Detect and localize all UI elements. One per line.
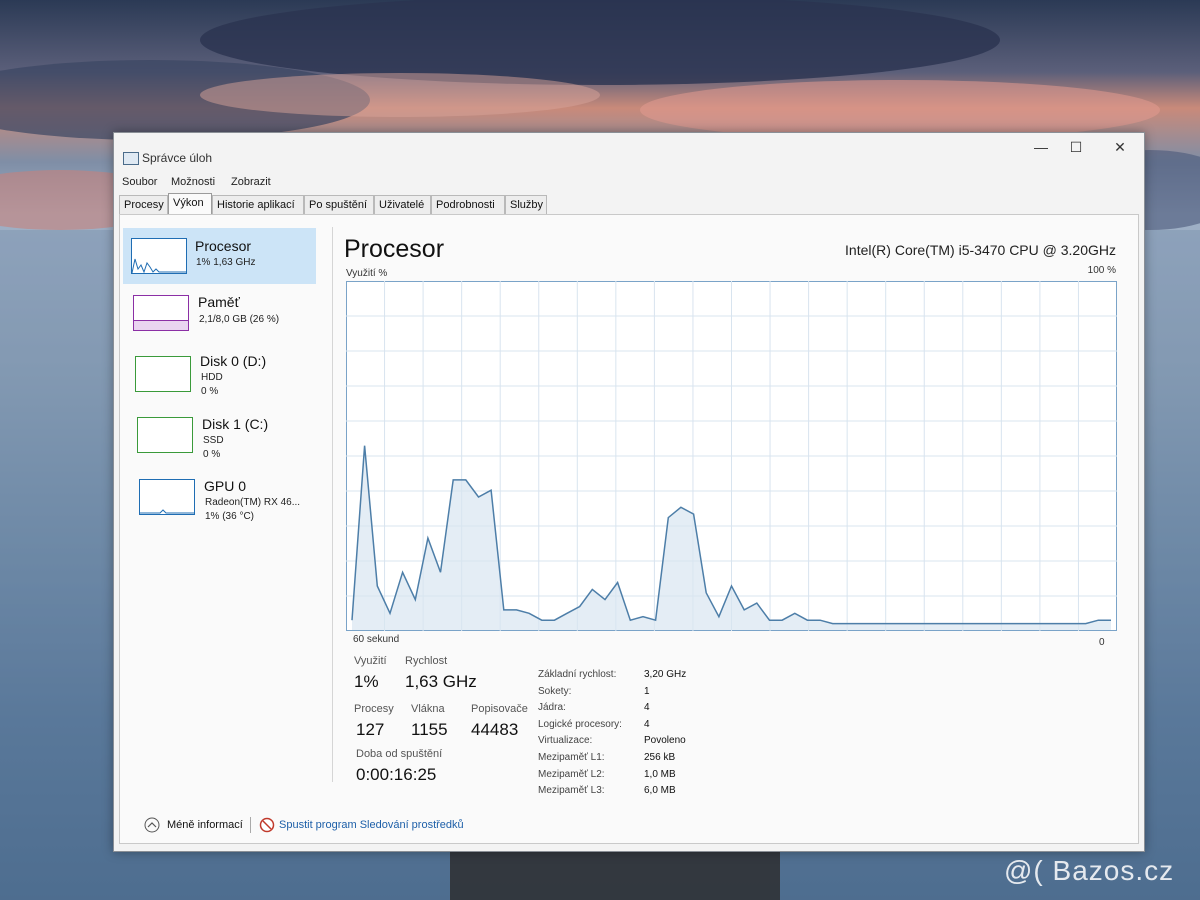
watermark: @( Bazos.cz [1004, 855, 1175, 886]
tab-services[interactable]: Služby [505, 195, 547, 214]
sidebar-item-type: SSD [203, 435, 224, 446]
threads-label: Vlákna [411, 703, 445, 715]
tab-app-history[interactable]: Historie aplikací [212, 195, 304, 214]
detail-value: 3,20 GHz [644, 669, 687, 680]
cpu-mini-graph-line [131, 258, 186, 274]
detail-value: 1 [644, 685, 650, 697]
sidebar-item-disk1[interactable]: Disk 1 (C:) SSD 0 % [123, 407, 316, 463]
usage-value: 1% [354, 672, 379, 691]
sidebar-item-type: Radeon(TM) RX 46... [205, 497, 301, 508]
task-manager-window: Správce úloh — ☐ ✕ Soubor Možnosti Zobra… [113, 132, 1145, 852]
detail-value: 6,0 MB [644, 785, 676, 797]
less-info-link[interactable]: Méně informací [167, 819, 243, 831]
sidebar-item-label: Disk 1 (C:) [202, 416, 269, 432]
page-title: Procesor [344, 235, 445, 263]
processes-value: 127 [356, 720, 385, 739]
detail-value: Povoleno [644, 735, 686, 747]
detail-label: Mezipaměť L1: [538, 752, 605, 763]
sidebar-item-value: 0 % [201, 386, 219, 397]
sidebar-divider [332, 227, 333, 782]
sidebar-item-label: GPU 0 [204, 478, 247, 494]
detail-label: Mezipaměť L3: [538, 785, 605, 797]
gpu-mini-graph [139, 479, 195, 515]
performance-panel: Procesor 1% 1,63 GHz Paměť 2,1/8,0 GB (2… [119, 214, 1139, 844]
maximize-button[interactable]: ☐ [1066, 139, 1086, 155]
cpu-mini-graph [131, 238, 187, 274]
menu-view[interactable]: Zobrazit [231, 176, 271, 188]
detail-value: 4 [644, 718, 650, 730]
processes-label: Procesy [354, 703, 394, 715]
tab-performance[interactable]: Výkon [168, 193, 212, 214]
detail-value: 4 [644, 702, 650, 714]
resource-monitor-icon [259, 817, 275, 833]
tab-users[interactable]: Uživatelé [374, 195, 431, 214]
disk1-mini-graph [137, 417, 193, 453]
menu-file[interactable]: Soubor [122, 176, 157, 188]
tab-processes[interactable]: Procesy [119, 195, 168, 214]
detail-label: Virtualizace: [538, 735, 593, 747]
chevron-up-icon[interactable] [144, 817, 160, 833]
tab-details[interactable]: Podrobnosti [431, 195, 505, 214]
footer-bar: Méně informací Spustit program Sledování… [120, 811, 1138, 843]
sidebar-item-value: 1% 1,63 GHz [196, 257, 256, 268]
close-button[interactable]: ✕ [1110, 139, 1130, 155]
disk0-mini-graph [135, 356, 191, 392]
speed-value: 1,63 GHz [405, 672, 477, 691]
memory-mini-graph [133, 295, 189, 331]
detail-label: Základní rychlost: [538, 669, 617, 680]
detail-label: Mezipaměť L2: [538, 768, 605, 780]
minimize-button[interactable]: — [1031, 139, 1051, 155]
handles-value: 44483 [471, 720, 519, 739]
detail-label: Sokety: [538, 685, 572, 697]
uptime-label: Doba od spuštění [356, 748, 443, 760]
footer-divider [250, 817, 251, 833]
sidebar-item-value: 1% (36 °C) [205, 511, 255, 522]
usage-label: Využití [354, 655, 387, 667]
cpu-usage-graph [346, 281, 1117, 631]
sidebar-item-disk0[interactable]: Disk 0 (D:) HDD 0 % [123, 344, 316, 400]
handles-label: Popisovače [471, 703, 528, 715]
sidebar-item-value: 2,1/8,0 GB (26 %) [199, 314, 280, 325]
graph-y-max-label: 100 % [1087, 265, 1116, 276]
detail-label: Jádra: [538, 702, 566, 714]
sidebar-item-cpu[interactable]: Procesor 1% 1,63 GHz [123, 228, 316, 284]
detail-value: 1,0 MB [644, 768, 676, 780]
graph-y-label: Využití % [346, 268, 388, 279]
sidebar-item-type: HDD [201, 372, 223, 383]
cpu-model-name: Intel(R) Core(TM) i5-3470 CPU @ 3.20GHz [845, 242, 1116, 258]
menu-options[interactable]: Možnosti [171, 176, 215, 188]
threads-value: 1155 [411, 720, 448, 739]
open-resource-monitor-link[interactable]: Spustit program Sledování prostředků [279, 819, 464, 831]
detail-label: Logické procesory: [538, 718, 622, 730]
task-manager-icon [123, 152, 139, 165]
window-title: Správce úloh [142, 151, 213, 165]
uptime-value: 0:00:16:25 [356, 765, 437, 784]
sidebar-item-gpu[interactable]: GPU 0 Radeon(TM) RX 46... 1% (36 °C) [123, 471, 316, 527]
sidebar-item-label: Disk 0 (D:) [200, 353, 267, 369]
tab-startup[interactable]: Po spuštění [304, 195, 374, 214]
title-bar[interactable]: Správce úloh — ☐ ✕ [114, 133, 1144, 165]
sidebar-item-label: Paměť [198, 294, 240, 310]
memory-fill [134, 320, 188, 330]
sidebar-item-memory[interactable]: Paměť 2,1/8,0 GB (26 %) [123, 285, 316, 341]
graph-x-end-label: 0 [1099, 637, 1105, 648]
sidebar-item-value: 0 % [203, 449, 221, 460]
graph-x-label: 60 sekund [353, 634, 400, 645]
sidebar-item-label: Procesor [195, 238, 252, 254]
gpu-mini-graph-line [140, 509, 194, 514]
detail-value: 256 kB [644, 752, 676, 763]
speed-label: Rychlost [405, 655, 448, 667]
